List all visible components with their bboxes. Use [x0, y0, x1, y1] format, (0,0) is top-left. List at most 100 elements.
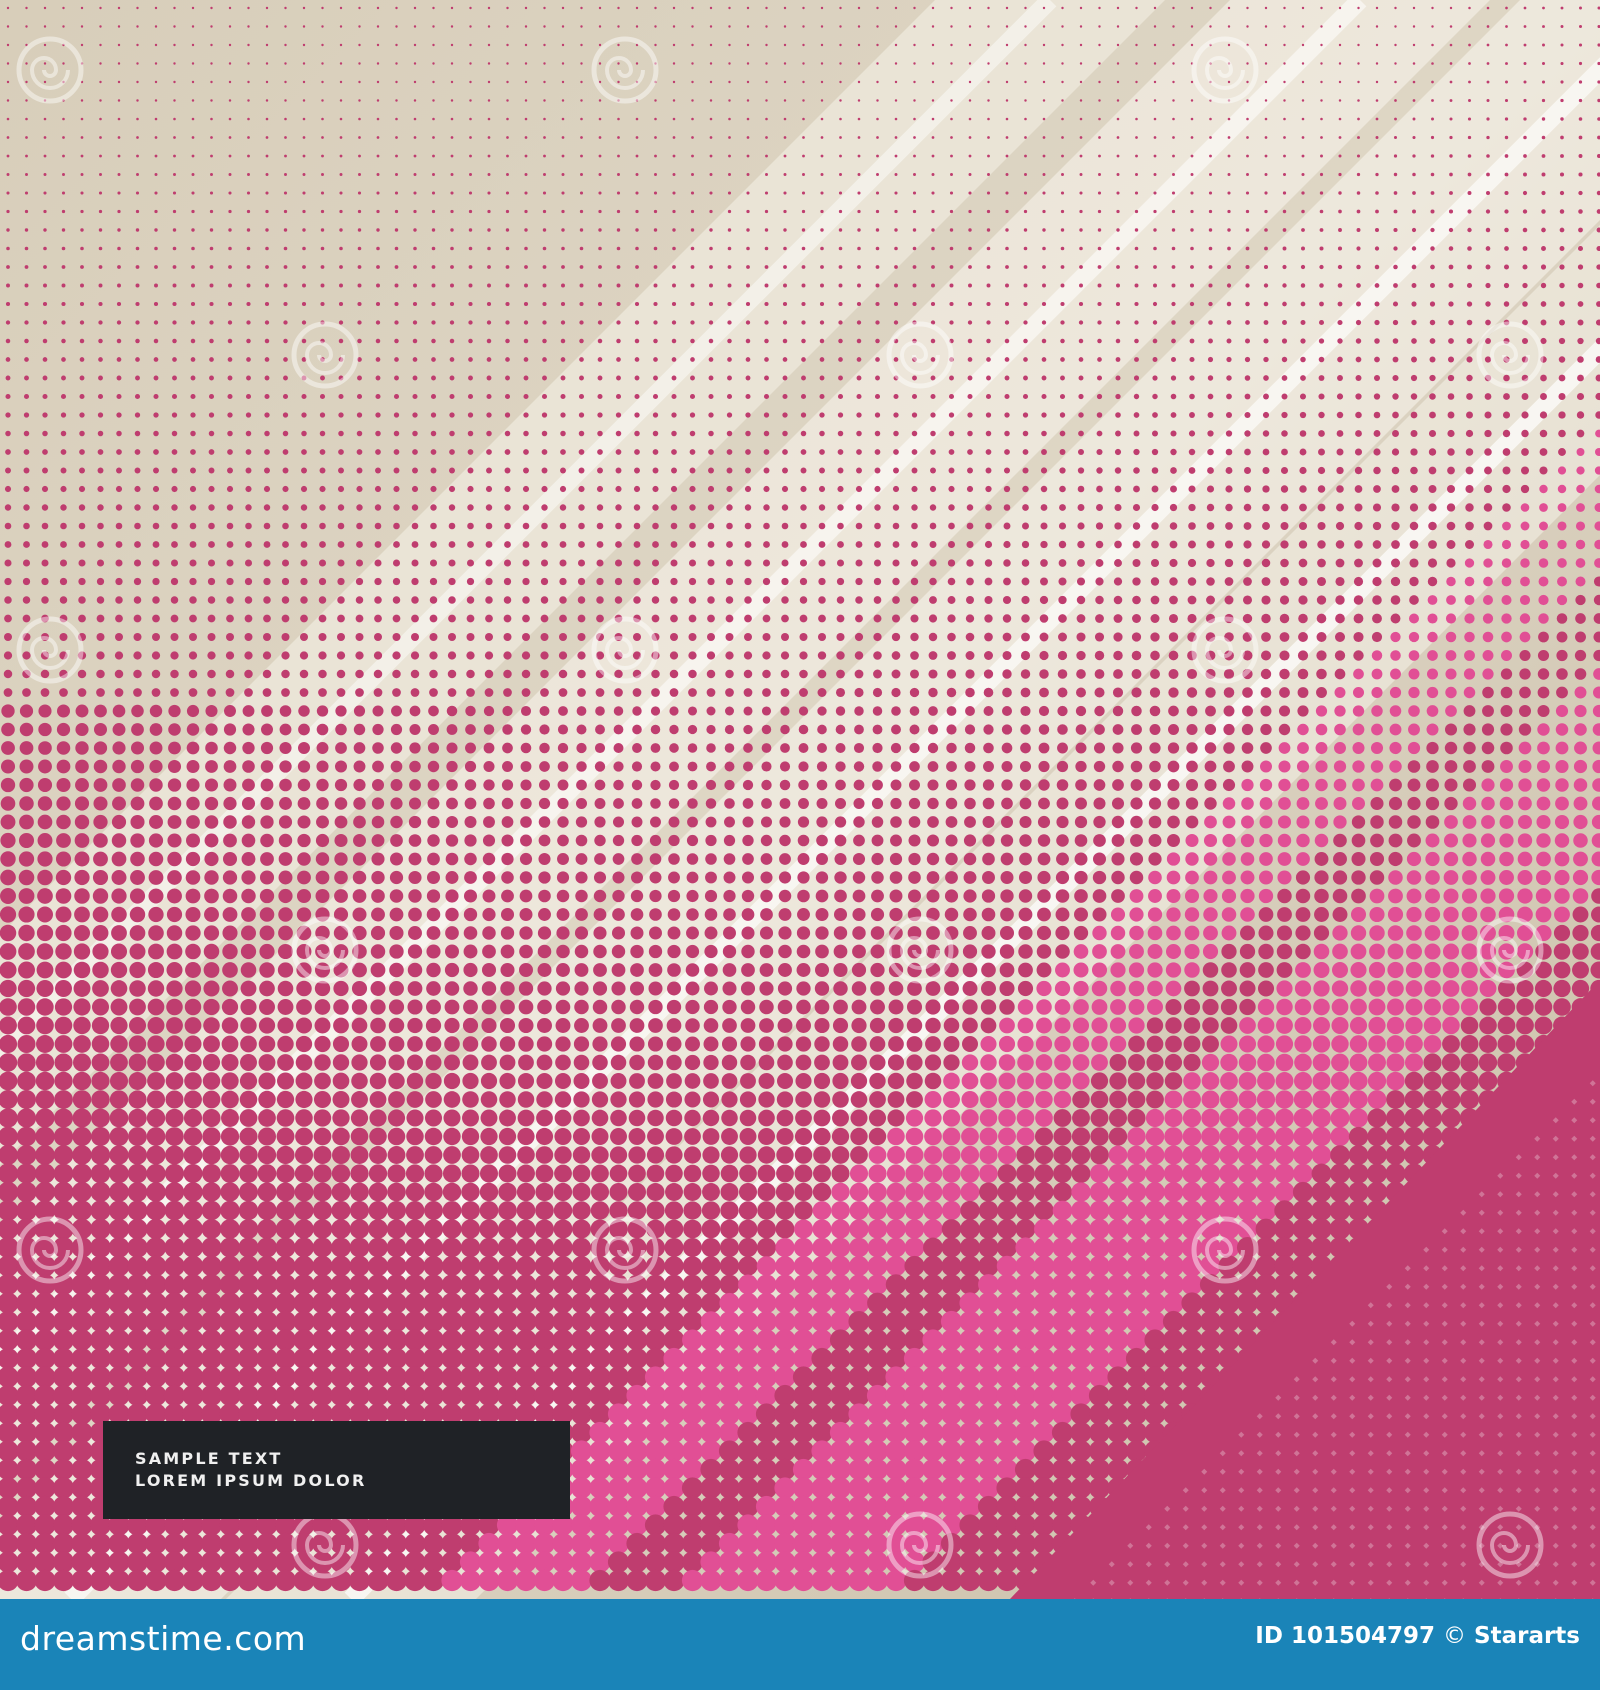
- halftone-dot: [485, 485, 493, 493]
- halftone-dot: [837, 541, 844, 548]
- halftone-dot: [40, 688, 50, 697]
- halftone-dot: [931, 136, 935, 139]
- halftone-dot: [207, 633, 216, 641]
- halftone-dot: [966, 577, 974, 586]
- halftone-dot: [689, 449, 696, 455]
- halftone-dot: [986, 191, 991, 195]
- halftone-dot: [690, 209, 695, 214]
- halftone-dot: [189, 485, 197, 493]
- halftone-dot: [851, 981, 867, 996]
- halftone-dot: [357, 209, 362, 214]
- halftone-dot: [1578, 227, 1583, 233]
- halftone-dot: [617, 62, 620, 65]
- halftone-dot: [1389, 705, 1402, 717]
- halftone-dot: [38, 704, 52, 718]
- halftone-dot: [1036, 999, 1052, 1015]
- halftone-dot: [78, 504, 86, 511]
- halftone-dot: [1424, 980, 1441, 997]
- halftone-dot: [987, 62, 990, 65]
- halftone-dot: [890, 834, 902, 847]
- halftone-dot: [1277, 907, 1292, 922]
- halftone-dot: [892, 522, 900, 530]
- halftone-dot: [1335, 613, 1345, 624]
- halftone-dot: [449, 338, 455, 344]
- halftone-dot: [448, 541, 456, 548]
- halftone-dot: [1151, 467, 1159, 474]
- halftone-dot: [1283, 99, 1286, 102]
- halftone-dot: [728, 80, 731, 84]
- halftone-dot: [1242, 613, 1253, 624]
- halftone-dot: [1171, 301, 1176, 307]
- halftone-dot: [690, 191, 695, 195]
- halftone-dot: [666, 1036, 682, 1052]
- halftone-dot: [190, 320, 196, 325]
- halftone-dot: [1097, 191, 1102, 195]
- halftone-dot: [1555, 778, 1569, 792]
- halftone-dot: [173, 6, 176, 10]
- halftone-dot: [115, 522, 123, 530]
- halftone-dot: [1483, 576, 1493, 587]
- halftone-dot: [43, 173, 47, 176]
- halftone-dot: [483, 816, 495, 828]
- halftone-dot: [1167, 779, 1180, 791]
- halftone-dot: [907, 962, 922, 978]
- halftone-dot: [559, 559, 567, 567]
- halftone-dot: [337, 614, 345, 623]
- halftone-dot: [111, 833, 127, 848]
- halftone-dot: [538, 834, 551, 847]
- halftone-dot: [284, 117, 287, 121]
- halftone-dot: [764, 357, 769, 362]
- halftone-dot: [1258, 962, 1274, 978]
- halftone-dot: [1168, 705, 1179, 717]
- halftone-dot: [929, 596, 937, 604]
- halftone-dot: [1447, 393, 1455, 400]
- halftone-dot: [167, 759, 182, 774]
- halftone-dot: [1264, 6, 1268, 10]
- halftone-dot: [1054, 1035, 1071, 1053]
- halftone-dot: [575, 908, 588, 921]
- halftone-dot: [431, 301, 436, 307]
- halftone-dot: [5, 375, 11, 381]
- halftone-dot: [73, 961, 91, 979]
- halftone-dot: [1207, 356, 1214, 363]
- halftone-dot: [1408, 650, 1420, 661]
- halftone-dot: [892, 541, 900, 548]
- halftone-dot: [796, 926, 811, 940]
- halftone-dot: [853, 779, 865, 791]
- halftone-dot: [745, 301, 751, 307]
- halftone-dot: [1116, 246, 1120, 251]
- halftone-dot: [764, 375, 769, 381]
- halftone-dot: [892, 577, 900, 586]
- halftone-dot: [1190, 117, 1194, 121]
- halftone-dot: [1097, 246, 1102, 251]
- halftone-dot: [314, 1054, 331, 1071]
- halftone-dot: [227, 467, 233, 474]
- halftone-dot: [1018, 962, 1033, 978]
- halftone-dot: [244, 559, 253, 567]
- halftone-dot: [630, 926, 644, 940]
- halftone-dot: [893, 357, 899, 362]
- halftone-dot: [1135, 136, 1138, 139]
- halftone-dot: [228, 6, 232, 10]
- halftone-dot: [1425, 851, 1440, 867]
- halftone-dot: [817, 688, 827, 697]
- halftone-dot: [1405, 1016, 1423, 1035]
- halftone-dot: [746, 283, 750, 288]
- halftone-dot: [91, 1053, 110, 1072]
- halftone-dot: [709, 80, 713, 84]
- halftone-dot: [930, 467, 936, 474]
- halftone-dot: [1406, 943, 1422, 960]
- halftone-dot: [1245, 246, 1250, 251]
- halftone-dot: [727, 209, 732, 214]
- halftone-dot: [929, 541, 937, 548]
- halftone-dot: [486, 412, 492, 418]
- halftone-dot: [1431, 80, 1434, 84]
- halftone-dot: [73, 1016, 91, 1035]
- halftone-dot: [538, 852, 551, 866]
- halftone-dot: [152, 541, 160, 548]
- halftone-dot: [1019, 834, 1032, 847]
- halftone-dot: [1518, 815, 1532, 829]
- halftone-dot: [427, 797, 440, 810]
- halftone-dot: [468, 301, 473, 307]
- halftone-dot: [1539, 411, 1548, 419]
